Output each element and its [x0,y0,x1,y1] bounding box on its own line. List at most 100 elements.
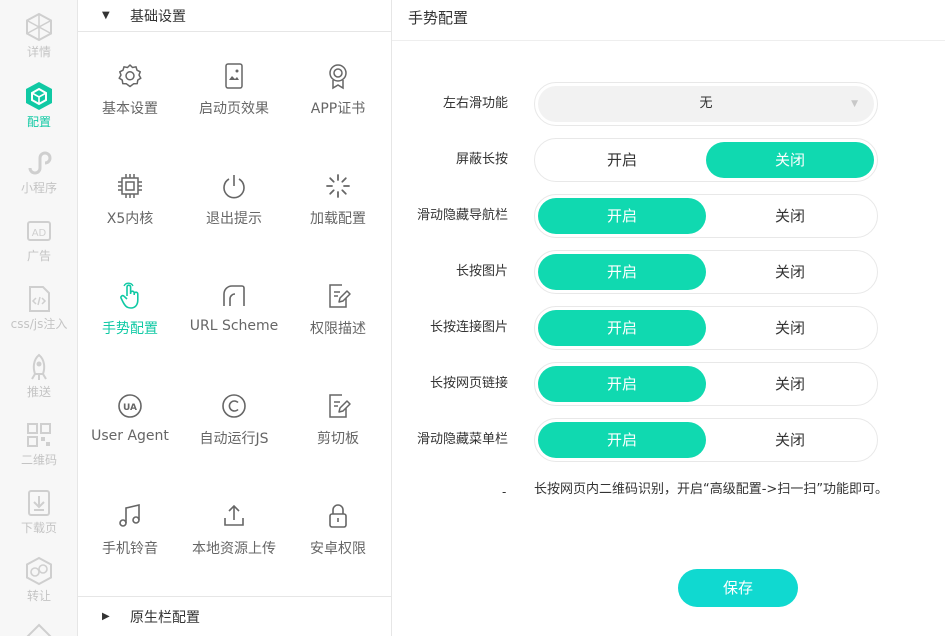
svg-text:UA: UA [123,403,137,413]
grid-item-exit-prompt[interactable]: 退出提示 [182,172,286,252]
swipe-function-select[interactable]: 无 ▼ [534,82,878,126]
on-off-toggle[interactable]: 开启 关闭 [534,362,878,406]
section-title: 原生栏配置 [130,609,200,626]
grid-item-label: User Agent [91,428,169,444]
toggle-off-option[interactable]: 关闭 [706,254,874,290]
rail-item-label: 二维码 [20,453,57,467]
diamond-icon [26,623,52,636]
section-native-bar-config[interactable]: ▶ 原生栏配置 [78,596,392,636]
chevron-down-icon: ▼ [851,99,858,109]
url-scheme-icon [223,285,245,306]
grid-item-loading-config[interactable]: 加载配置 [286,172,390,252]
grid-item-label: 剪切板 [317,431,359,447]
toggle-on-option[interactable]: 开启 [538,310,706,346]
rail-item-label: 下载页 [20,521,57,535]
toggle-off-option[interactable]: 关闭 [706,310,874,346]
rail-item-download-page[interactable]: 下载页 [0,488,77,536]
rail-item-label: 推送 [26,385,51,399]
grid-item-url-scheme[interactable]: URL Scheme [182,282,286,362]
music-note-icon [119,503,140,527]
on-off-toggle[interactable]: 开启 关闭 [534,194,878,238]
rail-item-push[interactable]: 推送 [0,352,77,400]
toggle-row: 滑动隐藏导航栏 开启 关闭 [392,194,945,238]
chip-icon [118,174,142,198]
power-icon [223,175,245,199]
gear-icon [118,64,142,88]
rail-item-more[interactable] [0,622,77,636]
miniprogram-icon [28,151,52,175]
grid-item-gesture-config[interactable]: 手势配置 [78,282,182,362]
grid-item-clipboard[interactable]: 剪切板 [286,392,390,472]
rail-item-ad[interactable]: AD 广告 [0,216,77,264]
grid-item-android-permission[interactable]: 安卓权限 [286,502,390,582]
certificate-icon [329,64,347,90]
grid-item-local-upload[interactable]: 本地资源上传 [182,502,286,582]
left-nav-rail: 详情 配置 小程序 AD 广告 css/js注入 推送 二维码 下载页 转让 [0,0,78,636]
caret-right-icon: ▶ [102,611,110,622]
loading-spinner-icon [326,174,350,198]
clipboard-edit-icon [329,394,351,418]
rail-item-qrcode[interactable]: 二维码 [0,420,77,468]
grid-item-user-agent[interactable]: UA User Agent [78,392,182,472]
rail-item-label: css/js注入 [10,317,68,331]
grid-item-label: 基本设置 [102,101,158,117]
hexagon-icon [26,12,52,42]
section-title: 基础设置 [130,8,186,25]
grid-item-auto-run-js[interactable]: 自动运行JS [182,392,286,472]
row-swipe-function: 左右滑功能 无 ▼ [392,82,945,126]
app-window: 详情 配置 小程序 AD 广告 css/js注入 推送 二维码 下载页 转让 ▼… [0,0,945,636]
grid-item-basic-settings[interactable]: 基本设置 [78,62,182,142]
qrcode-icon [27,423,51,447]
download-page-icon [28,490,50,516]
grid-item-ringtone[interactable]: 手机铃音 [78,502,182,582]
grid-item-label: 安卓权限 [310,541,366,557]
on-off-toggle[interactable]: 开启 关闭 [534,418,878,462]
grid-item-label: 手机铃音 [102,541,158,557]
toggle-off-option[interactable]: 关闭 [706,422,874,458]
section-basic-settings[interactable]: ▼ 基础设置 [78,0,392,32]
toggle-on-option[interactable]: 开启 [538,254,706,290]
ad-icon: AD [27,221,51,241]
rail-item-transfer[interactable]: 转让 [0,556,77,604]
row-label: 滑动隐藏菜单栏 [416,432,508,447]
toggle-off-option[interactable]: 关闭 [706,142,874,178]
rail-item-miniprogram[interactable]: 小程序 [0,148,77,196]
grid-item-label: APP证书 [310,101,366,117]
rail-item-config[interactable]: 配置 [0,80,77,130]
edit-document-icon [329,284,351,308]
toggle-on-option[interactable]: 开启 [538,422,706,458]
note-dash: - [502,485,507,499]
save-button[interactable]: 保存 [678,569,798,607]
toggle-row: 长按图片 开启 关闭 [392,250,945,294]
toggle-on-option[interactable]: 开启 [538,198,706,234]
grid-item-label: 权限描述 [310,321,366,337]
upload-icon [224,504,244,526]
grid-item-label: 手势配置 [102,321,158,337]
grid-item-label: 自动运行JS [199,431,269,447]
help-note: 长按网页内二维码识别，开启“高级配置->扫一扫”功能即可。 [534,482,889,497]
rail-item-details[interactable]: 详情 [0,12,77,60]
transfer-icon [26,556,52,586]
grid-item-label: URL Scheme [189,318,279,334]
splash-image-icon [225,63,243,89]
grid-item-label: 启动页效果 [199,101,269,117]
hand-pointer-icon [120,282,139,309]
toggle-off-option[interactable]: 关闭 [706,198,874,234]
grid-item-x5-kernel[interactable]: X5内核 [78,172,182,252]
grid-item-permission-desc[interactable]: 权限描述 [286,282,390,362]
rail-item-injection[interactable]: css/js注入 [0,284,77,332]
grid-item-app-certificate[interactable]: APP证书 [286,62,390,142]
on-off-toggle[interactable]: 开启 关闭 [534,138,878,182]
on-off-toggle[interactable]: 开启 关闭 [534,250,878,294]
on-off-toggle[interactable]: 开启 关闭 [534,306,878,350]
rail-item-label: 配置 [26,115,51,129]
toggle-on-option[interactable]: 开启 [538,366,706,402]
toggle-off-option[interactable]: 关闭 [706,366,874,402]
caret-down-icon: ▼ [102,10,110,21]
grid-item-splash-effect[interactable]: 启动页效果 [182,62,286,142]
toggle-on-option[interactable]: 开启 [538,142,706,178]
row-label: 左右滑功能 [442,96,508,111]
grid-item-label: X5内核 [106,211,154,227]
rocket-icon [31,353,47,380]
rail-item-label: 广告 [26,249,51,263]
